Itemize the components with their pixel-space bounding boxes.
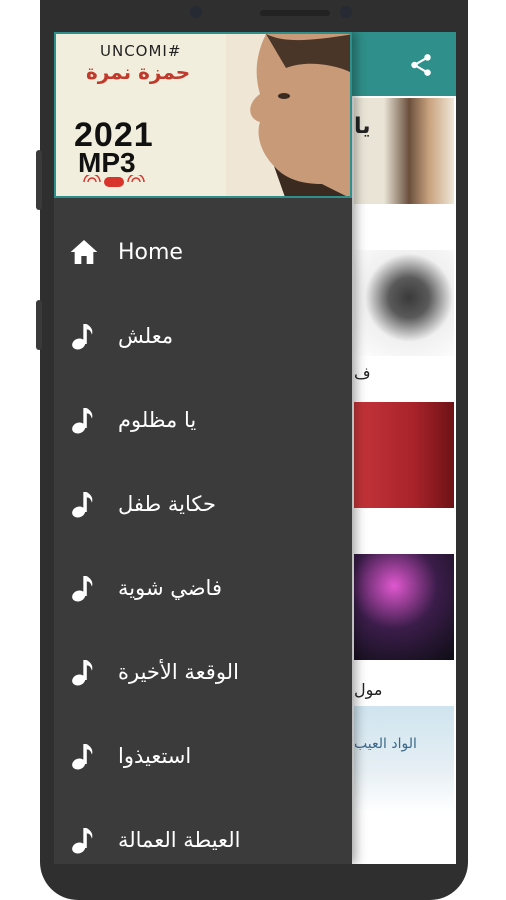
music-note-icon <box>72 576 93 602</box>
header-artist: حمزة نمرة <box>86 60 191 84</box>
power-button <box>36 300 42 350</box>
menu-item-label: يا مظلوم <box>118 408 197 432</box>
menu-item-song[interactable]: فاضي شوية <box>54 558 352 618</box>
app-screen: يا ف مول الواد العيب UNCOMI# حمزة نمرة 2… <box>54 32 456 864</box>
navigation-drawer: UNCOMI# حمزة نمرة 2021 MP3 Home معلش يا … <box>54 32 352 864</box>
music-note-icon <box>72 660 93 686</box>
menu-item-song[interactable]: معلش <box>54 306 352 366</box>
song-caption: مول <box>354 680 383 699</box>
share-icon[interactable] <box>408 52 434 78</box>
menu-item-label: استعيذوا <box>118 744 192 768</box>
music-note-icon <box>72 408 93 434</box>
menu-item-song[interactable]: استعيذوا <box>54 726 352 786</box>
camera-dot <box>340 6 352 18</box>
menu-item-home[interactable]: Home <box>54 222 352 282</box>
menu-item-song[interactable]: العيطة العمالة <box>54 810 352 864</box>
menu-item-song[interactable]: يا مظلوم <box>54 390 352 450</box>
drawer-header: UNCOMI# حمزة نمرة 2021 MP3 <box>54 32 352 198</box>
stream-logo-icon <box>83 175 145 187</box>
song-thumbnail[interactable] <box>354 706 454 812</box>
song-thumbnail[interactable] <box>354 402 454 508</box>
song-thumbnail[interactable] <box>354 250 454 356</box>
camera-dot <box>190 6 202 18</box>
menu-item-label: معلش <box>118 324 174 348</box>
artist-portrait <box>226 34 350 196</box>
volume-button <box>36 150 42 210</box>
menu-item-label: العيطة العمالة <box>118 828 241 852</box>
music-note-icon <box>72 492 93 518</box>
speaker-grille <box>260 10 330 16</box>
menu-item-label: حكاية طفل <box>118 492 216 516</box>
song-grid: يا ف مول الواد العيب <box>352 96 456 864</box>
home-icon <box>70 240 98 264</box>
song-caption: يا <box>354 114 371 139</box>
menu-item-song[interactable]: الوقعة الأخيرة <box>54 642 352 702</box>
menu-item-label: الوقعة الأخيرة <box>118 660 239 684</box>
music-note-icon <box>72 828 93 854</box>
song-thumbnail[interactable] <box>354 554 454 660</box>
menu-item-song[interactable]: حكاية طفل <box>54 474 352 534</box>
menu-item-label: فاضي شوية <box>118 576 222 600</box>
music-note-icon <box>72 324 93 350</box>
music-note-icon <box>72 744 93 770</box>
song-caption: الواد العيب <box>354 736 417 752</box>
menu-item-label: Home <box>118 239 183 265</box>
song-caption: ف <box>354 364 371 383</box>
header-tag: UNCOMI# <box>100 42 182 60</box>
